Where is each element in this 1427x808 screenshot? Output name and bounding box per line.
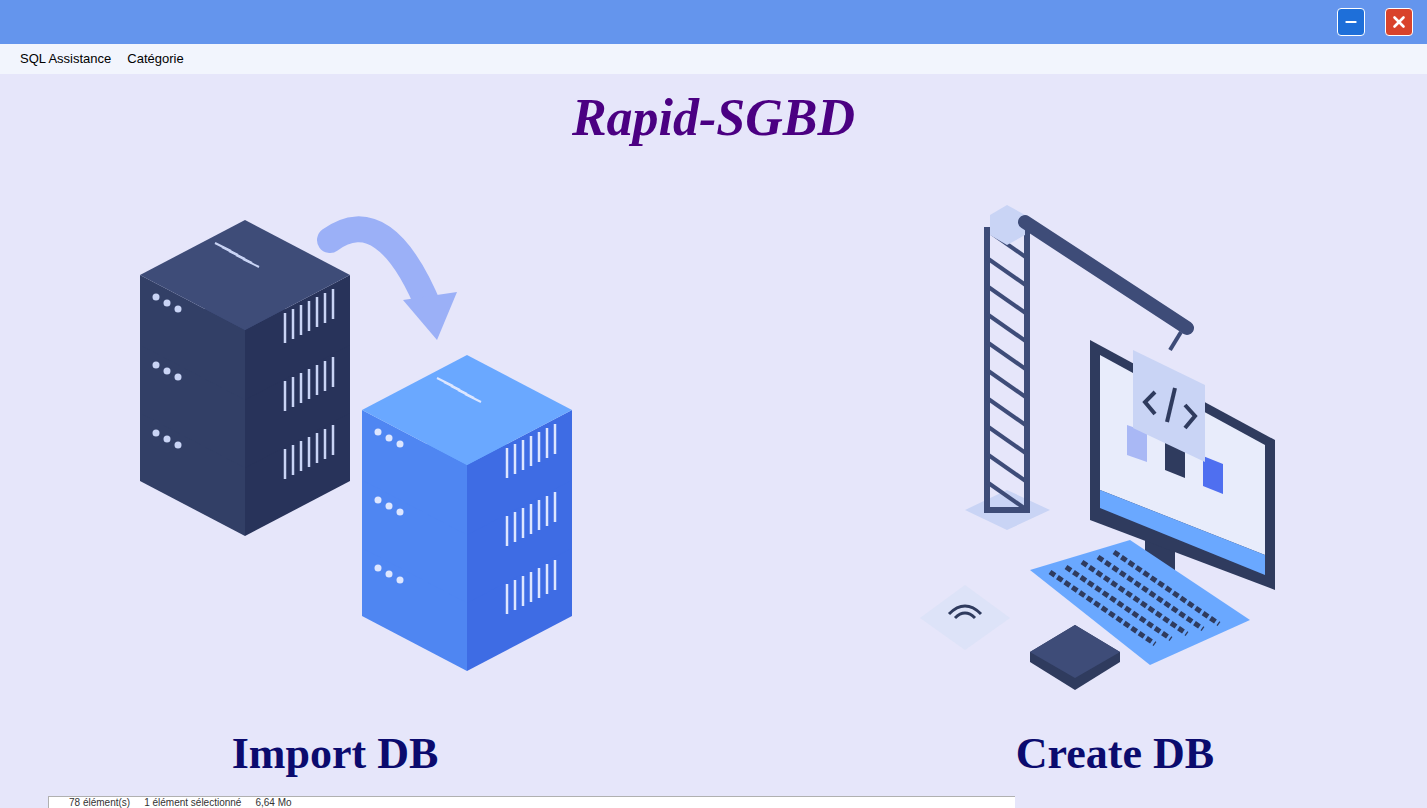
- app-title: Rapid-SGBD: [0, 88, 1427, 148]
- action-card[interactable]: Import DB: [85, 200, 585, 780]
- menu-item[interactable]: Catégorie: [127, 49, 183, 69]
- source-server-icon: [140, 220, 350, 536]
- status-text: 1 élément sélectionné: [144, 797, 241, 808]
- server-unit: [140, 220, 350, 400]
- minimize-button[interactable]: [1337, 8, 1365, 36]
- server-unit: [362, 355, 572, 535]
- menu-bar: SQL Assistance Catégorie: [0, 44, 1427, 74]
- close-button[interactable]: [1385, 8, 1413, 36]
- create-database-icon[interactable]: [865, 200, 1365, 690]
- status-text: 78 élément(s): [69, 797, 130, 808]
- device-box-icon: [1030, 625, 1120, 690]
- status-bar: 78 élément(s) 1 élément sélectionné 6,64 M…: [0, 796, 1427, 808]
- action-label[interactable]: Import DB: [232, 728, 439, 780]
- app-window: SQL Assistance Catégorie Rapid-SGBD Import …: [0, 0, 1427, 808]
- target-server-icon: [362, 355, 572, 671]
- main-content: Rapid-SGBD Import DB Create DB: [0, 74, 1427, 796]
- close-icon: [1390, 13, 1408, 31]
- action-label[interactable]: Create DB: [1016, 728, 1214, 780]
- title-bar: [0, 0, 1427, 44]
- status-text: 6,64 Mo: [255, 797, 291, 808]
- router-icon: [920, 585, 1010, 650]
- import-database-icon[interactable]: [85, 200, 585, 690]
- action-card[interactable]: Create DB: [865, 200, 1365, 780]
- menu-item[interactable]: SQL Assistance: [20, 49, 111, 69]
- arrow-icon: [330, 229, 430, 310]
- minimize-icon: [1343, 14, 1359, 30]
- action-row: Import DB Create DB: [0, 200, 1427, 780]
- code-tile-icon: [1133, 350, 1205, 462]
